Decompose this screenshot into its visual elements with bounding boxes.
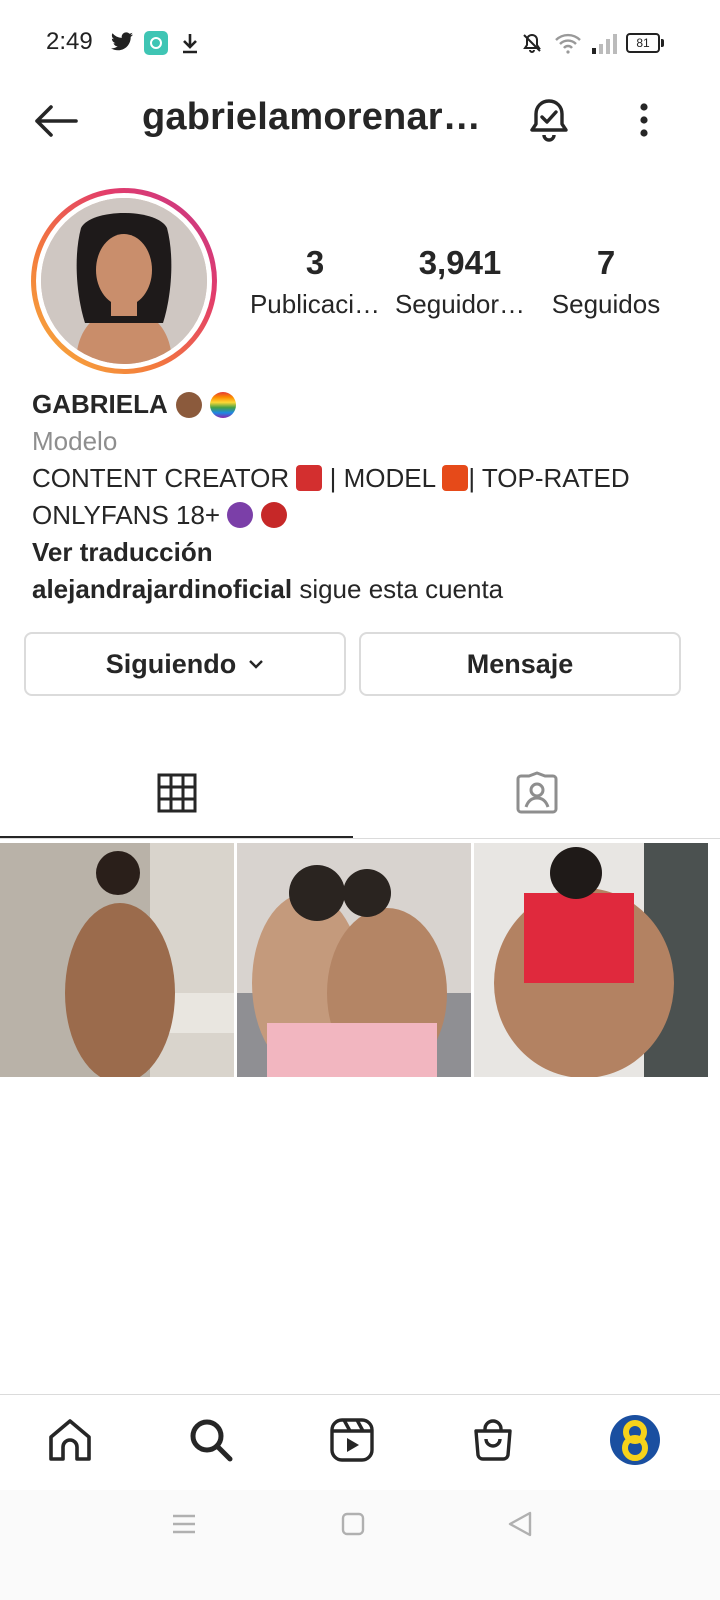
notification-bell-icon (530, 99, 568, 142)
nav-home[interactable] (40, 1410, 100, 1470)
profile-name-row: GABRIELA (32, 386, 692, 423)
post-thumbnail[interactable] (474, 843, 708, 1077)
download-icon (183, 34, 197, 54)
tab-posts-grid[interactable] (0, 750, 353, 836)
active-tab-indicator (0, 836, 353, 838)
nav-reels[interactable] (322, 1410, 382, 1470)
search-icon (190, 1419, 233, 1462)
bio-line-2: ONLYFANS 18+ (32, 497, 692, 534)
back-triangle-icon[interactable] (506, 1510, 534, 1538)
profile-avatar-icon (610, 1415, 660, 1465)
more-options-button[interactable] (624, 96, 664, 144)
following-button[interactable]: Siguiendo (24, 632, 346, 696)
bottom-nav-divider (0, 1394, 720, 1395)
heel-emoji-icon (296, 465, 323, 491)
nav-profile[interactable] (605, 1410, 665, 1470)
bio-line-1: CONTENT CREATOR | MODEL | TOP-RATED (32, 460, 692, 497)
stat-followers-value: 3,941 (418, 244, 502, 281)
translate-link[interactable]: Ver traducción (32, 534, 692, 571)
bio-text-1: CONTENT CREATOR (32, 463, 290, 493)
stat-following-label: Seguidos (551, 289, 661, 319)
notifications-button[interactable] (520, 94, 578, 146)
wifi-icon (555, 33, 581, 54)
mute-notifications-icon (523, 33, 541, 53)
eighteen-emoji-icon (260, 502, 287, 528)
stat-following[interactable]: 7 Seguidos (531, 240, 681, 322)
recent-apps-icon[interactable] (171, 1512, 197, 1536)
stat-posts-value: 3 (305, 244, 325, 281)
battery-icon: 81 (626, 33, 664, 53)
chevron-down-icon (249, 660, 264, 669)
followed-by-user[interactable]: alejandrajardinoficial (32, 574, 292, 604)
grid-icon (157, 773, 196, 813)
stat-followers[interactable]: 3,941 Seguidor… (385, 240, 535, 322)
profile-category: Modelo (32, 426, 118, 456)
following-button-label: Siguiendo (105, 648, 237, 679)
tab-tagged[interactable] (353, 750, 720, 836)
tagged-icon (516, 771, 557, 814)
rainbow-emoji-icon (209, 391, 236, 418)
bio-text-3: | TOP-RATED (468, 463, 630, 493)
profile-bio: GABRIELA Modelo CONTENT CREATOR | MODEL … (32, 386, 692, 608)
dancer-emoji-icon (442, 465, 469, 491)
devil-emoji-icon (227, 502, 254, 528)
stat-followers-label: Seguidor… (394, 289, 526, 319)
tabs-divider (0, 838, 720, 839)
message-button[interactable]: Mensaje (359, 632, 681, 696)
bio-text-4: ONLYFANS 18+ (32, 500, 221, 530)
post-thumbnail[interactable] (237, 843, 471, 1077)
home-square-icon[interactable] (340, 1511, 366, 1537)
profile-username: gabrielamorenar… (142, 96, 481, 138)
system-navigation-bar (0, 1490, 720, 1600)
bio-text-2: | MODEL (329, 463, 436, 493)
stat-following-value: 7 (596, 244, 616, 281)
nav-shop[interactable] (463, 1410, 523, 1470)
status-bar: 2:49 81 (0, 0, 720, 88)
back-arrow-icon (35, 105, 78, 137)
back-button[interactable] (28, 96, 82, 146)
shop-icon (474, 1419, 512, 1461)
reels-icon (330, 1418, 374, 1462)
message-button-label: Mensaje (466, 648, 574, 679)
nav-search[interactable] (181, 1410, 241, 1470)
profile-name: GABRIELA (32, 389, 168, 419)
stat-posts[interactable]: 3 Publicaci… (240, 240, 390, 322)
status-time: 2:49 (46, 28, 93, 55)
twitter-icon (111, 32, 133, 51)
more-options-icon (640, 103, 648, 137)
followed-by[interactable]: alejandrajardinoficial sigue esta cuenta (32, 571, 692, 608)
stat-posts-label: Publicaci… (249, 289, 381, 319)
signal-icon (592, 34, 617, 54)
followed-by-text: sigue esta cuenta (292, 574, 504, 604)
post-thumbnail[interactable] (0, 843, 234, 1077)
angel-emoji-icon (175, 391, 202, 418)
app-notification-icon (144, 31, 168, 55)
home-icon (49, 1419, 91, 1461)
profile-avatar[interactable] (41, 198, 207, 364)
